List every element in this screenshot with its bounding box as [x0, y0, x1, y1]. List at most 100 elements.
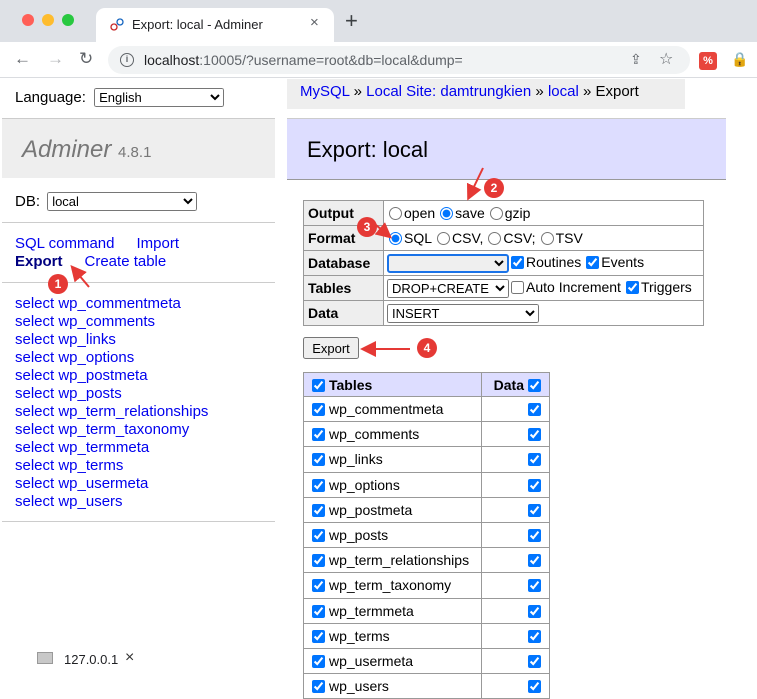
share-icon[interactable]: ⇪	[630, 51, 642, 68]
format-tsv-radio[interactable]	[540, 232, 554, 245]
format-csv-comma-radio[interactable]	[437, 232, 451, 245]
table-data-checkbox[interactable]	[528, 503, 541, 517]
table-name: wp_termmeta	[329, 602, 414, 619]
export-button[interactable]: Export	[303, 337, 359, 359]
browser-tab-bar: Export: local - Adminer × +	[0, 0, 757, 42]
logo-band: Adminer 4.8.1	[2, 118, 275, 178]
table-checkbox[interactable]	[312, 554, 325, 568]
sql-command-link[interactable]: SQL command	[15, 235, 115, 252]
sidebar-table-link[interactable]: select wp_users	[15, 493, 208, 511]
export-link[interactable]: Export	[15, 253, 63, 270]
sidebar-table-link[interactable]: select wp_terms	[15, 457, 208, 475]
annotation-badge-2: 2	[484, 178, 504, 198]
table-name: wp_users	[329, 678, 389, 695]
table-data-checkbox[interactable]	[528, 604, 541, 618]
url-text[interactable]: localhost:10005/?username=root&db=local&…	[144, 52, 463, 68]
info-icon[interactable]: i	[120, 53, 134, 67]
table-data-cell	[481, 446, 550, 473]
table-checkbox[interactable]	[312, 503, 325, 517]
import-link[interactable]: Import	[137, 235, 180, 252]
auto-increment-checkbox[interactable]	[511, 280, 524, 294]
breadcrumb-mysql[interactable]: MySQL	[300, 83, 349, 100]
table-data-cell	[481, 496, 550, 523]
triggers-checkbox[interactable]	[625, 280, 639, 294]
sidebar-table-link[interactable]: select wp_postmeta	[15, 367, 208, 385]
data-header-label: Data	[493, 376, 524, 393]
table-checkbox[interactable]	[312, 654, 325, 668]
language-select[interactable]: English	[94, 88, 225, 107]
star-icon[interactable]: ☆	[659, 49, 673, 69]
table-data-checkbox[interactable]	[528, 554, 541, 568]
table-data-cell	[481, 622, 550, 649]
sidebar-table-link[interactable]: select wp_usermeta	[15, 475, 208, 493]
table-checkbox[interactable]	[312, 529, 325, 543]
table-data-checkbox[interactable]	[528, 529, 541, 543]
reload-icon[interactable]: ↻	[79, 50, 93, 68]
address-bar[interactable]: i localhost:10005/?username=root&db=loca…	[108, 46, 690, 74]
forward-icon[interactable]: →	[47, 50, 64, 68]
table-name: wp_term_relationships	[329, 552, 470, 569]
download-chip[interactable]: 127.0.0.1 ×	[31, 647, 143, 671]
minimize-window-button[interactable]	[42, 14, 54, 26]
tables-mode-select[interactable]: DROP+CREATE	[387, 278, 509, 298]
sidebar-table-link[interactable]: select wp_term_relationships	[15, 403, 208, 421]
table-data-checkbox[interactable]	[528, 579, 541, 593]
breadcrumb-db[interactable]: local	[548, 83, 579, 100]
table-checkbox[interactable]	[312, 604, 325, 618]
events-checkbox[interactable]	[586, 255, 600, 269]
table-name-cell: wp_comments	[303, 421, 482, 448]
tab-close-icon[interactable]: ×	[310, 14, 319, 31]
table-data-checkbox[interactable]	[528, 453, 541, 467]
sidebar-table-link[interactable]: select wp_termmeta	[15, 439, 208, 457]
table-data-checkbox[interactable]	[528, 428, 541, 442]
breadcrumb-site[interactable]: Local Site: damtrungkien	[366, 83, 531, 100]
back-icon[interactable]: ←	[14, 50, 31, 68]
adminer-logo[interactable]: Adminer 4.8.1	[22, 136, 151, 164]
routines-checkbox[interactable]	[511, 255, 524, 269]
sidebar-table-link[interactable]: select wp_options	[15, 349, 208, 367]
download-host: 127.0.0.1	[64, 652, 119, 667]
table-checkbox[interactable]	[312, 403, 325, 417]
extension-icon[interactable]: %	[699, 52, 717, 70]
lock-extension-icon[interactable]: 🔒	[731, 51, 748, 68]
table-data-checkbox[interactable]	[528, 654, 541, 668]
database-select[interactable]	[387, 253, 509, 273]
table-data-checkbox[interactable]	[528, 680, 541, 694]
sidebar-table-link[interactable]: select wp_commentmeta	[15, 295, 208, 313]
table-name-cell: wp_terms	[303, 622, 482, 649]
select-all-tables-checkbox[interactable]	[312, 378, 325, 392]
maximize-window-button[interactable]	[62, 14, 74, 26]
table-checkbox[interactable]	[312, 629, 325, 643]
new-tab-icon[interactable]: +	[345, 10, 358, 32]
sidebar-table-link[interactable]: select wp_term_taxonomy	[15, 421, 208, 439]
output-gzip-label: gzip	[504, 205, 531, 221]
close-window-button[interactable]	[22, 14, 34, 26]
output-gzip-radio[interactable]	[489, 207, 503, 220]
format-sql-radio[interactable]	[389, 232, 402, 245]
table-name: wp_options	[329, 476, 400, 493]
table-checkbox[interactable]	[312, 428, 325, 442]
table-name-cell: wp_users	[303, 673, 482, 699]
table-data-checkbox[interactable]	[528, 403, 541, 417]
page-title: Export: local	[307, 137, 429, 162]
tables-header: Tables	[303, 372, 482, 397]
close-icon[interactable]: ×	[125, 649, 134, 667]
sidebar-table-link[interactable]: select wp_posts	[15, 385, 208, 403]
create-table-link[interactable]: Create table	[85, 253, 167, 270]
sidebar-table-link[interactable]: select wp_comments	[15, 313, 208, 331]
output-open-radio[interactable]	[389, 207, 402, 220]
table-checkbox[interactable]	[312, 579, 325, 593]
table-data-checkbox[interactable]	[528, 629, 541, 643]
table-data-checkbox[interactable]	[528, 478, 541, 492]
select-all-data-checkbox[interactable]	[528, 378, 541, 392]
db-select[interactable]: local	[47, 192, 198, 211]
auto-increment-label: Auto Increment	[526, 278, 621, 295]
data-mode-select[interactable]: INSERT	[387, 303, 539, 323]
table-checkbox[interactable]	[312, 680, 325, 694]
table-checkbox[interactable]	[312, 453, 325, 467]
sidebar-table-link[interactable]: select wp_links	[15, 331, 208, 349]
format-csv-semicolon-radio[interactable]	[488, 232, 502, 245]
output-save-radio[interactable]	[440, 207, 454, 220]
table-checkbox[interactable]	[312, 478, 325, 492]
browser-tab[interactable]: Export: local - Adminer ×	[96, 8, 334, 42]
